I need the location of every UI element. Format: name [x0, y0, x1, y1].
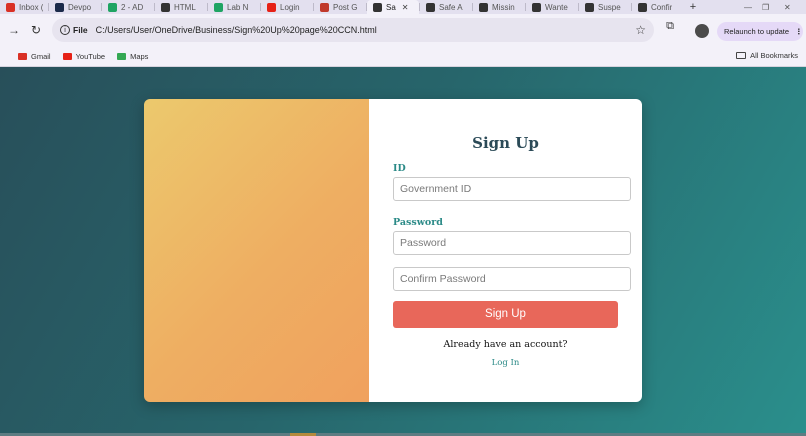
signup-card: Sign Up ID Password Sign Up Already have… [144, 99, 642, 402]
url-scheme: File [73, 25, 88, 35]
tab-label: Suspe [598, 2, 621, 12]
profile-avatar[interactable] [695, 24, 709, 38]
sign-up-button[interactable]: Sign Up [393, 301, 618, 328]
flag-icon [320, 2, 329, 12]
tab-12[interactable]: Confir [632, 0, 684, 14]
info-icon[interactable]: i [60, 25, 70, 35]
account-prompt: Already have an account? [443, 339, 568, 350]
drive-icon [108, 2, 117, 12]
tab-label: Post G [333, 2, 358, 12]
id-label: ID [393, 163, 406, 174]
all-bookmarks-label: All Bookmarks [750, 51, 798, 60]
bookmark-star-icon[interactable]: ☆ [635, 23, 646, 37]
tab-10[interactable]: Wante [526, 0, 578, 14]
tab-1[interactable]: Devpo [49, 0, 101, 14]
chatgpt-icon [585, 2, 594, 12]
gmail-icon [18, 52, 27, 60]
tab-label: Login [280, 2, 300, 12]
decorative-gradient-panel [144, 99, 369, 402]
login-link[interactable]: Log In [369, 358, 642, 368]
devpost-icon [55, 2, 64, 12]
tab-5[interactable]: Login [261, 0, 313, 14]
menu-dots-icon[interactable]: ⋮ [795, 27, 803, 36]
gmail-icon [6, 2, 15, 12]
tab-2[interactable]: 2 - AD [102, 0, 154, 14]
bookmark-label: YouTube [75, 51, 106, 61]
bookmarks-bar: Gmail YouTube Maps All Bookmarks [0, 46, 806, 67]
password-label: Password [393, 217, 443, 228]
tab-6[interactable]: Post G [314, 0, 366, 14]
bookmark-gmail[interactable]: Gmail [18, 52, 51, 61]
tab-7[interactable]: Sa ✕ [367, 0, 419, 14]
tab-8[interactable]: Safe A [420, 0, 472, 14]
bookmark-list: Gmail YouTube Maps [0, 52, 148, 61]
tab-4[interactable]: Lab N [208, 0, 260, 14]
tab-label: Devpo [68, 2, 92, 12]
bookmark-label: Maps [130, 51, 149, 61]
new-tab-button[interactable]: + [684, 1, 702, 13]
folder-icon [736, 52, 747, 59]
tab-3[interactable]: HTML [155, 0, 207, 14]
tab-strip: Inbox ( Devpo 2 - AD HTML Lab N Login Post G Sa… [0, 0, 806, 14]
form-title: Sign Up [472, 134, 539, 152]
extensions-icon[interactable]: ⧉ [663, 19, 677, 33]
tab-0[interactable]: Inbox ( [0, 0, 48, 14]
password-input[interactable] [393, 231, 631, 255]
window-close-button[interactable]: ✕ [784, 0, 791, 14]
youtube-icon [267, 2, 276, 12]
tab-label: Safe A [439, 2, 463, 12]
tab-label: HTML [174, 2, 196, 12]
browser-toolbar: → ↻ i File C:/Users/User/OneDrive/Busine… [0, 14, 806, 46]
maps-pin-icon [117, 52, 127, 60]
tab-label: Inbox ( [19, 2, 44, 12]
chatgpt-icon [161, 2, 170, 12]
tab-close-icon[interactable]: ✕ [402, 3, 409, 12]
address-bar[interactable]: i File C:/Users/User/OneDrive/Business/S… [52, 18, 654, 42]
government-id-input[interactable] [393, 177, 631, 201]
tab-label: Sa [386, 2, 396, 12]
tab-11[interactable]: Suspe [579, 0, 631, 14]
reload-icon[interactable]: ↻ [25, 19, 47, 41]
tab-label: Wante [545, 2, 568, 12]
relaunch-label: Relaunch to update [724, 27, 790, 36]
page-background: Sign Up ID Password Sign Up Already have… [0, 67, 806, 436]
chatgpt-icon [479, 2, 488, 12]
bookmark-youtube[interactable]: YouTube [62, 51, 106, 61]
forward-icon[interactable]: → [3, 19, 25, 41]
tab-label: Confir [651, 2, 673, 12]
relaunch-button[interactable]: Relaunch to update ⋮ [717, 22, 803, 41]
tab-label: Missin [492, 2, 515, 12]
signup-form: Sign Up ID Password Sign Up Already have… [369, 99, 642, 402]
bookmark-maps[interactable]: Maps [117, 52, 148, 61]
chatgpt-icon [373, 2, 382, 12]
confirm-password-input[interactable] [393, 267, 631, 291]
chatgpt-icon [532, 2, 541, 12]
restore-button[interactable]: ❐ [762, 0, 769, 14]
tab-label: Lab N [227, 2, 249, 12]
tab-label: 2 - AD [121, 2, 144, 12]
minimize-button[interactable]: — [744, 0, 752, 14]
chatgpt-icon [638, 2, 647, 12]
url-text[interactable]: C:/Users/User/OneDrive/Business/Sign%20U… [96, 25, 377, 35]
tab-list: Inbox ( Devpo 2 - AD HTML Lab N Login Post G Sa… [0, 0, 684, 14]
chatgpt-icon [426, 2, 435, 12]
all-bookmarks-button[interactable]: All Bookmarks [736, 51, 798, 60]
youtube-icon [62, 52, 72, 60]
drive-icon [214, 2, 223, 12]
tab-9[interactable]: Missin [473, 0, 525, 14]
bookmark-label: Gmail [31, 51, 51, 61]
